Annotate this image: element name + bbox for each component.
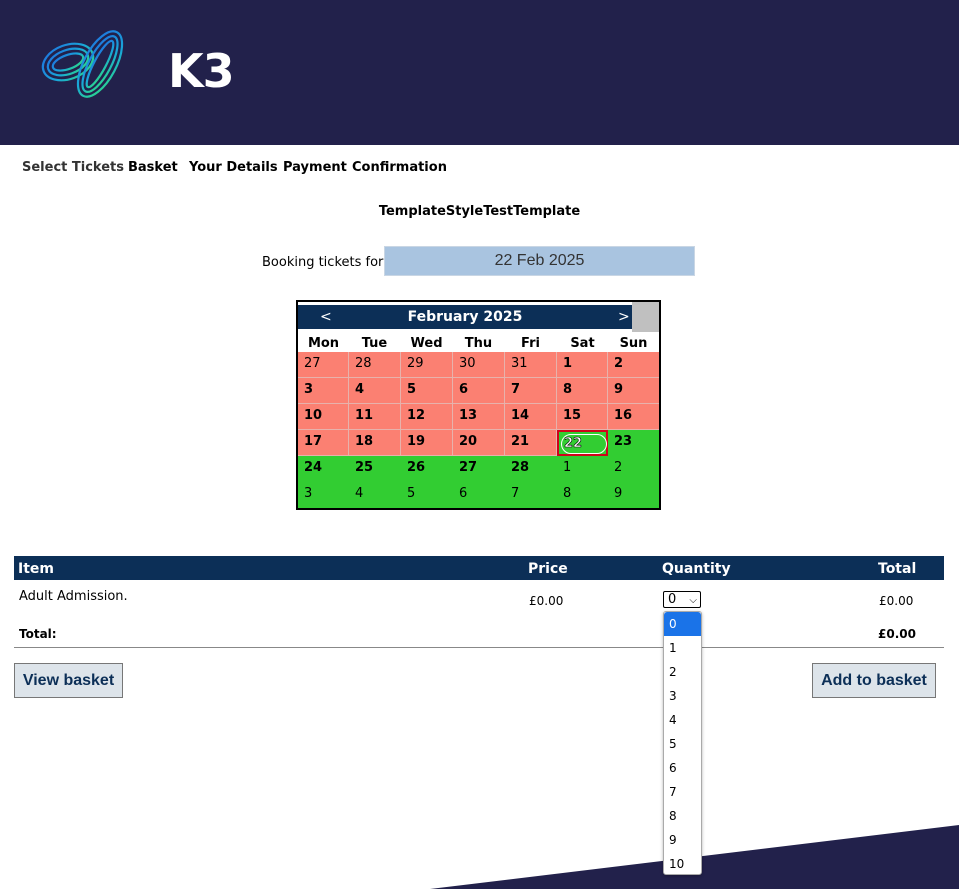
booking-date-field[interactable]: 22 Feb 2025 [384, 246, 695, 276]
weekday-label: Sat [570, 336, 595, 351]
col-total: Total [878, 561, 917, 577]
quantity-value: 0 [668, 592, 677, 607]
total-value: £0.00 [878, 627, 916, 641]
calendar-day[interactable]: 7 [505, 378, 557, 404]
calendar-day[interactable]: 16 [608, 404, 659, 430]
calendar-day[interactable]: 30 [453, 352, 505, 378]
quantity-option[interactable]: 0 [664, 612, 701, 636]
quantity-option[interactable]: 2 [664, 660, 701, 684]
quantity-option[interactable]: 5 [664, 732, 701, 756]
calendar-day[interactable]: 6 [453, 378, 505, 404]
calendar-day[interactable]: 1 [557, 456, 608, 482]
quantity-dropdown-list: 0 1 2 3 4 5 6 7 8 9 10 [663, 611, 702, 875]
calendar-month-label: February 2025 [407, 309, 523, 325]
calendar-day[interactable]: 28 [349, 352, 401, 378]
next-month-button[interactable]: > [618, 309, 630, 325]
quantity-option[interactable]: 10 [664, 852, 701, 876]
calendar-day[interactable]: 17 [298, 430, 349, 456]
weekday-label: Tue [361, 336, 388, 351]
col-quantity: Quantity [662, 561, 731, 577]
calendar-header-filler [632, 302, 659, 332]
calendar-day[interactable]: 4 [349, 378, 401, 404]
logo-text: K3 [168, 44, 235, 98]
calendar-day[interactable]: 29 [401, 352, 453, 378]
weekday-label: Sun [619, 336, 648, 351]
calendar-day[interactable]: 28 [505, 456, 557, 482]
calendar-day[interactable]: 10 [298, 404, 349, 430]
selected-day-label: 22 [561, 434, 608, 454]
calendar-day[interactable]: 8 [557, 482, 608, 508]
quantity-option[interactable]: 8 [664, 804, 701, 828]
nav-confirmation[interactable]: Confirmation [352, 160, 447, 175]
calendar-day[interactable]: 20 [453, 430, 505, 456]
calendar-day-selected[interactable]: 22 [557, 430, 608, 456]
weekday-label: Fri [521, 336, 540, 351]
date-picker-calendar: < February 2025 > Mon Tue Wed Thu Fri Sat Sun 2… [296, 300, 661, 510]
calendar-day[interactable]: 27 [298, 352, 349, 378]
site-header: K3 [0, 0, 959, 145]
nav-your-details[interactable]: Your Details [189, 160, 278, 175]
weekday-label: Thu [464, 336, 493, 351]
calendar-header: < February 2025 > [298, 305, 632, 329]
calendar-day[interactable]: 1 [557, 352, 608, 378]
ticket-row-total: £0.00 [879, 594, 914, 608]
calendar-day[interactable]: 5 [401, 482, 453, 508]
ticket-price: £0.00 [529, 594, 564, 608]
quantity-option[interactable]: 9 [664, 828, 701, 852]
calendar-day[interactable]: 14 [505, 404, 557, 430]
calendar-day[interactable]: 5 [401, 378, 453, 404]
calendar-day[interactable]: 15 [557, 404, 608, 430]
tickets-table-header: Item Price Quantity Total [14, 556, 944, 580]
view-basket-button[interactable]: View basket [14, 663, 123, 698]
quantity-option[interactable]: 6 [664, 756, 701, 780]
nav-basket[interactable]: Basket [128, 160, 178, 175]
calendar-day[interactable]: 8 [557, 378, 608, 404]
calendar-day[interactable]: 12 [401, 404, 453, 430]
quantity-option[interactable]: 3 [664, 684, 701, 708]
nav-select-tickets[interactable]: Select Tickets [22, 160, 124, 175]
calendar-day[interactable]: 2 [608, 352, 659, 378]
calendar-day[interactable]: 26 [401, 456, 453, 482]
chevron-down-icon: ⌵ [689, 595, 697, 606]
ticket-item-name: Adult Admission. [19, 589, 128, 604]
calendar-day[interactable]: 3 [298, 378, 349, 404]
calendar-day[interactable]: 11 [349, 404, 401, 430]
calendar-day[interactable]: 27 [453, 456, 505, 482]
calendar-day[interactable]: 9 [608, 378, 659, 404]
calendar-day[interactable]: 21 [505, 430, 557, 456]
quantity-option[interactable]: 1 [664, 636, 701, 660]
calendar-day[interactable]: 7 [505, 482, 557, 508]
calendar-day[interactable]: 25 [349, 456, 401, 482]
k3-logo[interactable]: K3 [38, 18, 235, 108]
calendar-day[interactable]: 23 [608, 430, 659, 456]
k3-logo-mark-icon [41, 30, 124, 98]
calendar-day[interactable]: 4 [349, 482, 401, 508]
calendar-day[interactable]: 19 [401, 430, 453, 456]
add-to-basket-button[interactable]: Add to basket [812, 663, 936, 698]
calendar-day[interactable]: 24 [298, 456, 349, 482]
total-label: Total: [19, 627, 57, 641]
calendar-day[interactable]: 18 [349, 430, 401, 456]
col-item: Item [18, 561, 54, 577]
calendar-day[interactable]: 13 [453, 404, 505, 430]
weekday-label: Mon [307, 336, 340, 351]
calendar-day[interactable]: 9 [608, 482, 659, 508]
col-price: Price [528, 561, 568, 577]
weekday-label: Wed [410, 336, 443, 351]
quantity-option[interactable]: 7 [664, 780, 701, 804]
quantity-option[interactable]: 4 [664, 708, 701, 732]
calendar-day[interactable]: 31 [505, 352, 557, 378]
table-divider [14, 647, 944, 648]
calendar-day[interactable]: 3 [298, 482, 349, 508]
calendar-day[interactable]: 2 [608, 456, 659, 482]
booking-label: Booking tickets for: [262, 255, 388, 270]
quantity-select[interactable]: 0 ⌵ [663, 591, 701, 608]
nav-payment[interactable]: Payment [283, 160, 347, 175]
page-title: TemplateStyleTestTemplate [378, 204, 581, 219]
calendar-day[interactable]: 6 [453, 482, 505, 508]
